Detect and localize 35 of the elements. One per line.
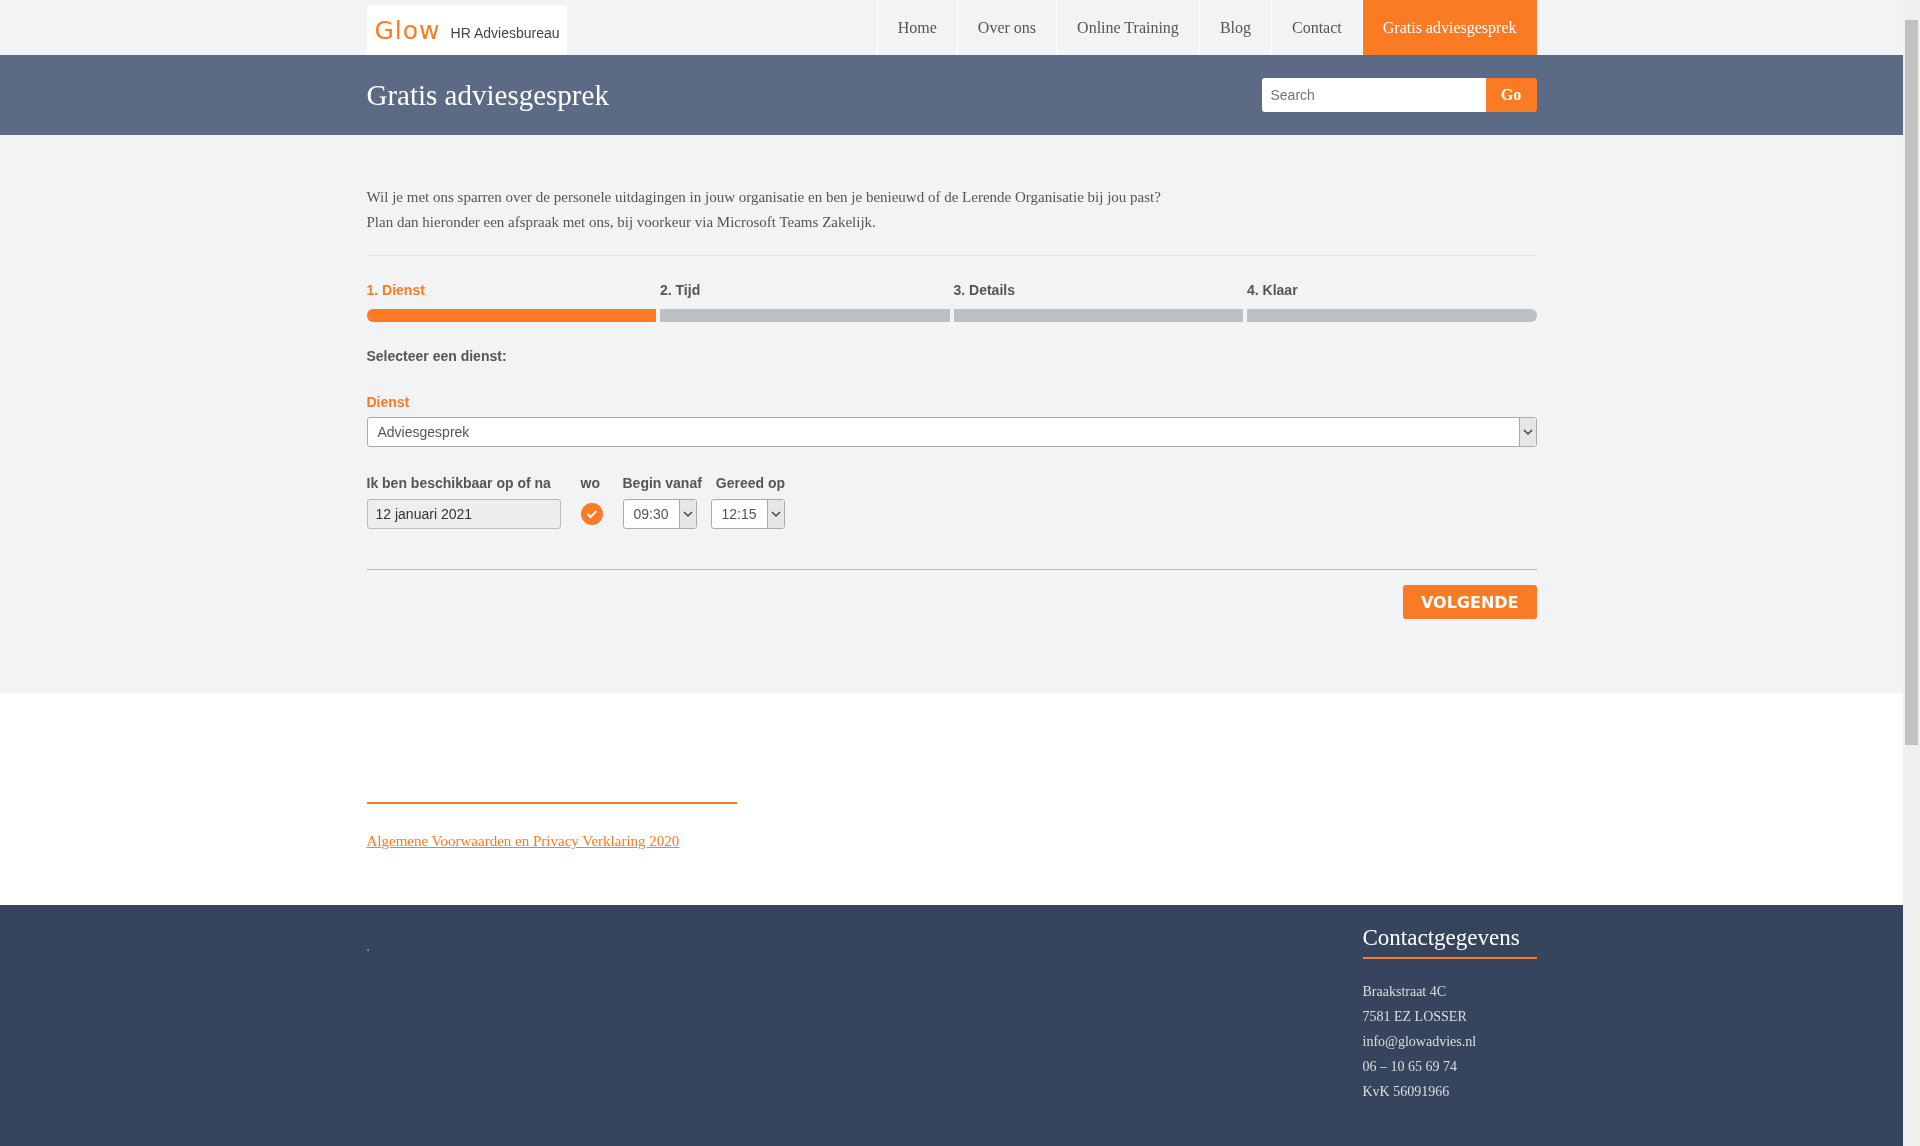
page-title: Gratis adviesgesprek [366,78,609,112]
field-label: Gereed op [715,475,786,491]
form-heading: Selecteer een dienst: [366,348,508,364]
step-label: 4. Klaar [1247,282,1299,298]
logo-tagline: HR Adviesbureau [450,25,560,41]
field-label: Dienst [366,394,411,410]
search-field[interactable]: Search [1261,78,1486,112]
date-field[interactable]: 12 januari 2021 [366,499,561,529]
step-label: 1. Dienst [366,282,426,298]
footer-note: . [366,939,370,956]
logo[interactable]: Glow HR Adviesbureau [366,5,567,55]
contact-line: Braakstraat 4C [1362,983,1448,1001]
caret-icon [1518,418,1536,446]
caret-icon [766,500,784,528]
step-label: 2. Tijd [660,282,702,298]
time-dropdown[interactable]: 12:15 [710,499,785,529]
service-dropdown[interactable]: Adviesgesprek [366,417,1537,447]
contact-heading: Contactgegevens [1362,925,1537,959]
scrollbar-thumb[interactable] [1905,20,1918,745]
contact-line: 7581 EZ LOSSER [1362,1008,1468,1026]
intro-text: Plan dan hieronder een afspraak met ons, bij voorkeur via Microsoft Teams Zakelijk. [366,213,877,232]
weekday-label: wo [580,475,601,491]
intro-text: Wil je met ons sparren over de personele uitdagingen in jouw organisatie en ben je benieuwd of de Lerende Organisatie bij jou past? [366,188,1162,207]
caret-icon [678,500,696,528]
field-label: Begin vanaf [622,475,702,491]
contact-line: KvK 56091966 [1362,1083,1451,1101]
logo-brand: Glow [374,15,441,45]
contact-line: info@glowadvies.nl [1362,1033,1478,1051]
time-dropdown[interactable]: 09:30 [622,499,697,529]
weekday-checkbox[interactable] [580,503,603,525]
check-icon [585,509,598,519]
scrollbar[interactable] [1903,0,1920,1146]
field-label: Ik ben beschikbaar op of na [366,475,552,491]
step-label: 3. Details [953,282,1016,298]
contact-line: 06 – 10 65 69 74 [1362,1058,1458,1076]
